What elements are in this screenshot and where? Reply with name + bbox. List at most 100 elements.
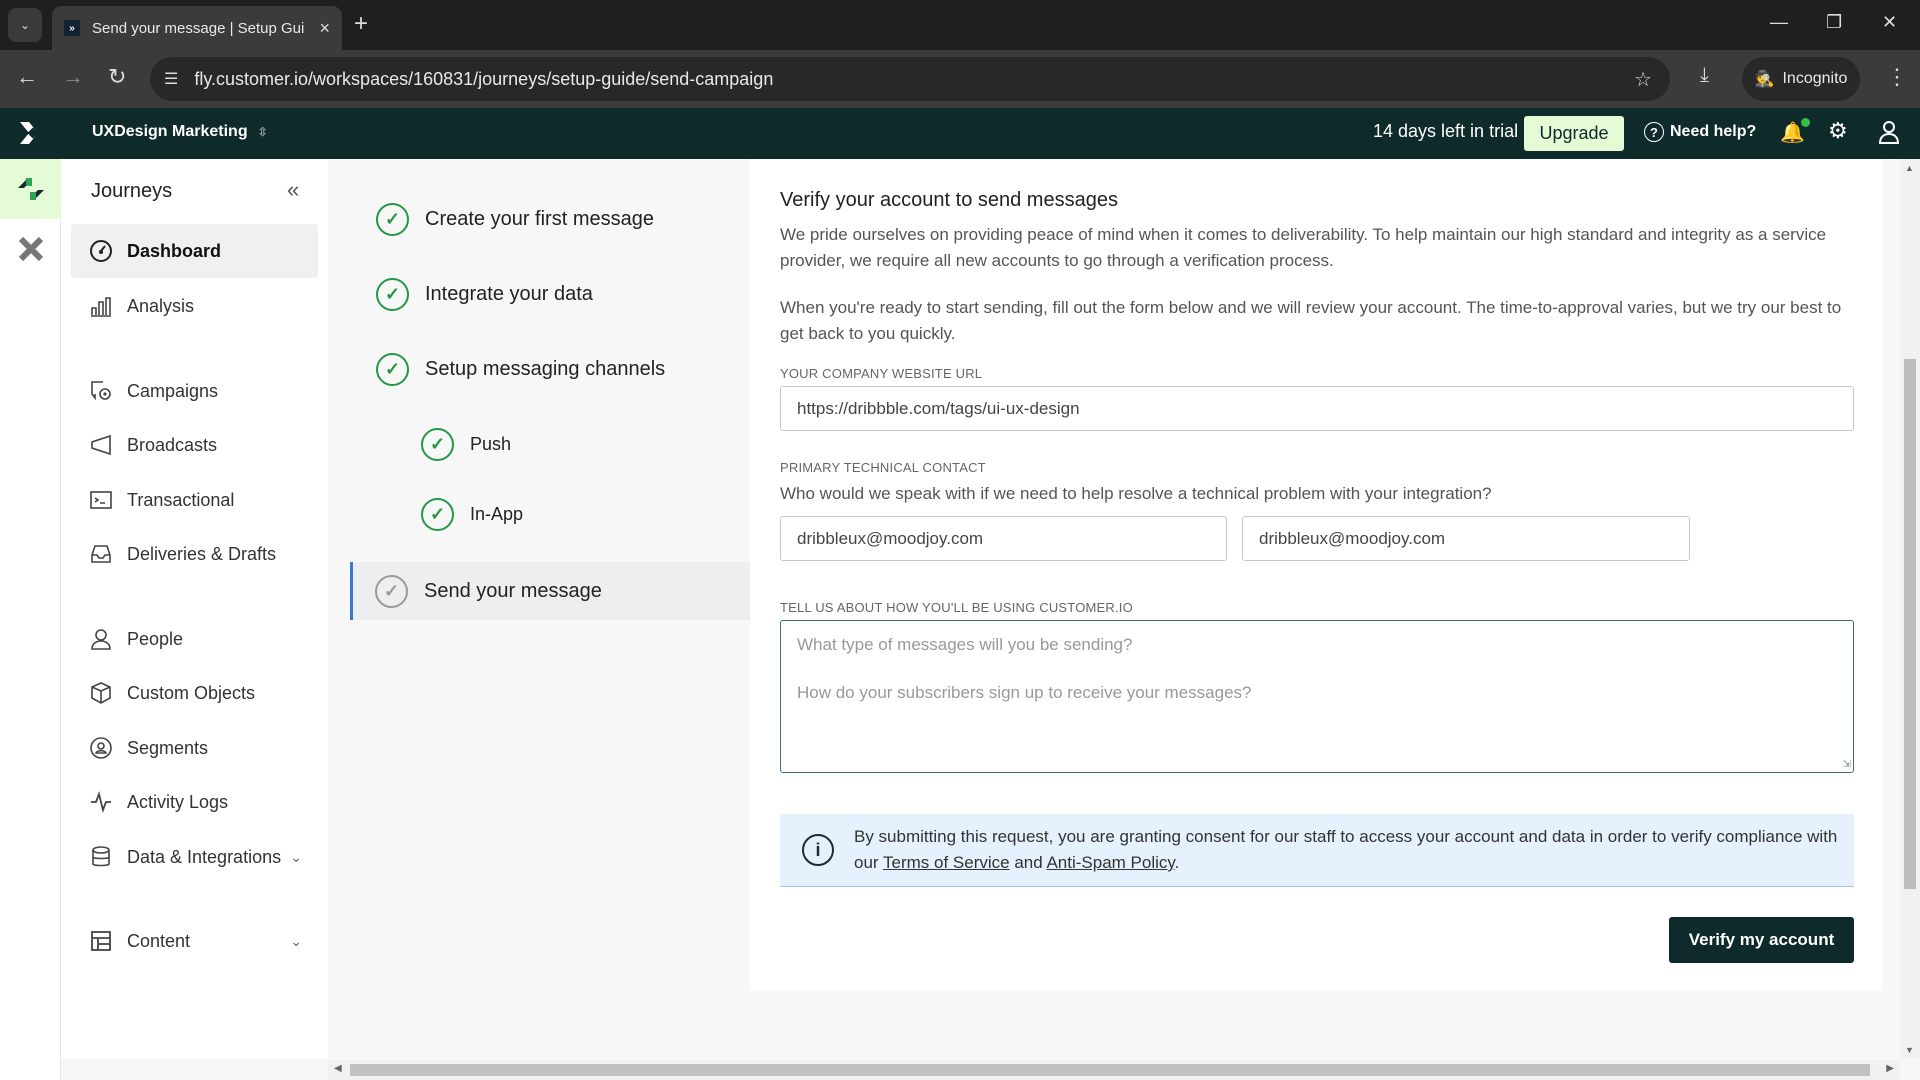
collapse-sidebar-icon[interactable]: «	[287, 177, 299, 203]
usage-placeholder-2: How do your subscribers sign up to recei…	[797, 683, 1252, 702]
terms-of-service-link[interactable]: Terms of Service	[883, 853, 1010, 872]
incognito-label: Incognito	[1782, 70, 1848, 87]
intro-paragraph-1: We pride ourselves on providing peace of…	[780, 225, 1827, 270]
sidebar-item-label: Segments	[127, 737, 209, 758]
sidebar-title: Journeys	[91, 180, 173, 202]
sidebar-item-label: Analysis	[127, 295, 195, 316]
window-close-icon[interactable]: ✕	[1882, 12, 1897, 33]
incognito-badge[interactable]: 🕵 Incognito	[1742, 57, 1860, 101]
restore-icon[interactable]: ❐	[1826, 12, 1842, 33]
intro-paragraph-2: When you're ready to start sending, fill…	[780, 298, 1842, 343]
sidebar-item-dashboard[interactable]: Dashboard	[71, 224, 318, 278]
question-icon: ?	[1644, 122, 1664, 142]
sidebar-item-transactional[interactable]: Transactional	[71, 473, 318, 527]
pipelines-app-icon	[18, 236, 43, 262]
check-circle-icon: ✓	[376, 278, 409, 311]
need-help-label: Need help?	[1670, 123, 1757, 140]
sidebar-item-segments[interactable]: Segments	[71, 721, 318, 775]
verify-my-account-button[interactable]: Verify my account	[1669, 917, 1854, 963]
workspace-name: UXDesign Marketing	[92, 123, 248, 140]
horizontal-scrollbar[interactable]: ◀ ▶	[328, 1060, 1900, 1080]
campaigns-icon	[91, 381, 111, 401]
browser-tab-active[interactable]: » Send your message | Setup Gui ×	[52, 6, 342, 50]
consent-text: By submitting this request, you are gran…	[854, 824, 1854, 876]
browser-menu-icon[interactable]: ⋮	[1886, 64, 1908, 90]
contact-name-input[interactable]: dribbleux@moodjoy.com	[780, 516, 1227, 561]
scroll-up-arrow-icon[interactable]: ▲	[1905, 163, 1914, 173]
horizontal-scroll-thumb[interactable]	[350, 1064, 1870, 1076]
step-create-first-message[interactable]: ✓ Create your first message	[376, 203, 654, 236]
close-tab-icon[interactable]: ×	[319, 18, 330, 39]
website-url-input[interactable]: https://dribbble.com/tags/ui-ux-design	[780, 386, 1854, 431]
app-header: UXDesign Marketing ⇳ 14 days left in tria…	[0, 108, 1920, 159]
settings-gear-icon[interactable]: ⚙	[1828, 118, 1848, 144]
sidebar-item-content[interactable]: Content ⌄	[71, 914, 318, 968]
journeys-app-icon	[17, 178, 44, 200]
website-url-label: YOUR COMPANY WEBSITE URL	[780, 366, 983, 381]
minimize-icon[interactable]: —	[1770, 12, 1788, 33]
layout-icon	[91, 931, 111, 951]
forward-icon[interactable]: →	[62, 64, 84, 90]
trial-status: 14 days left in trial	[1373, 121, 1519, 141]
scroll-right-arrow-icon[interactable]: ▶	[1886, 1063, 1894, 1074]
back-icon[interactable]: ←	[16, 64, 38, 90]
chevron-down-icon: ⌄	[290, 848, 302, 865]
vertical-scroll-thumb[interactable]	[1904, 359, 1916, 889]
address-bar[interactable]: ☰ fly.customer.io/workspaces/160831/jour…	[150, 57, 1670, 101]
reload-icon[interactable]: ↻	[108, 64, 126, 90]
bar-chart-icon	[91, 297, 111, 317]
usage-placeholder-1: What type of messages will you be sendin…	[797, 635, 1133, 654]
rail-journeys[interactable]	[0, 159, 61, 219]
scroll-left-arrow-icon[interactable]: ◀	[334, 1063, 342, 1074]
sidebar-item-custom-objects[interactable]: Custom Objects	[71, 666, 318, 720]
sidebar-item-deliveries-drafts[interactable]: Deliveries & Drafts	[71, 527, 318, 581]
vertical-scrollbar[interactable]: ▲ ▼	[1900, 159, 1920, 1059]
chevron-down-icon: ⌄	[290, 932, 302, 949]
bookmark-star-icon[interactable]: ☆	[1634, 67, 1652, 92]
tab-search-button[interactable]: ⌄	[8, 8, 42, 42]
technical-contact-question: Who would we speak with if we need to he…	[780, 484, 1492, 503]
step-setup-messaging-channels[interactable]: ✓ Setup messaging channels	[376, 353, 665, 386]
browser-toolbar: ← → ↻ ☰ fly.customer.io/workspaces/16083…	[0, 50, 1920, 108]
sidebar-item-campaigns[interactable]: Campaigns	[71, 364, 318, 418]
megaphone-icon	[91, 434, 111, 456]
incognito-icon: 🕵	[1754, 71, 1775, 88]
sidebar-item-data-integrations[interactable]: Data & Integrations ⌄	[71, 830, 318, 884]
sidebar-item-broadcasts[interactable]: Broadcasts	[71, 418, 318, 472]
step-integrate-data[interactable]: ✓ Integrate your data	[376, 278, 593, 311]
user-profile-icon[interactable]	[1878, 120, 1900, 144]
sidebar-item-analysis[interactable]: Analysis	[71, 279, 318, 333]
technical-contact-label: PRIMARY TECHNICAL CONTACT	[780, 460, 986, 475]
sidebar-item-people[interactable]: People	[71, 612, 318, 666]
segments-icon	[90, 737, 112, 759]
usage-textarea[interactable]: What type of messages will you be sendin…	[780, 620, 1854, 773]
dashboard-icon	[90, 240, 112, 262]
upgrade-button[interactable]: Upgrade	[1524, 116, 1624, 151]
step-in-app[interactable]: ✓ In-App	[421, 498, 523, 531]
usage-label: TELL US ABOUT HOW YOU'LL BE USING CUSTOM…	[780, 600, 1133, 615]
setup-steps-panel: ✓ Create your first message ✓ Integrate …	[328, 159, 750, 1059]
consent-text-end: .	[1174, 853, 1180, 872]
scroll-down-arrow-icon[interactable]: ▼	[1905, 1045, 1914, 1055]
contact-email-input[interactable]: dribbleux@moodjoy.com	[1242, 516, 1690, 561]
step-push[interactable]: ✓ Push	[421, 428, 511, 461]
need-help-button[interactable]: ? Need help?	[1644, 122, 1756, 142]
rail-data-pipelines[interactable]	[0, 229, 61, 269]
customerio-logo-icon[interactable]	[16, 118, 46, 148]
download-icon[interactable]: ⤓	[1700, 64, 1709, 87]
anti-spam-policy-link[interactable]: Anti-Spam Policy	[1046, 853, 1174, 872]
step-label: Create your first message	[425, 208, 654, 230]
step-send-your-message[interactable]: ✓ Send your message	[350, 562, 750, 620]
favicon-icon: »	[64, 20, 80, 36]
check-circle-icon: ✓	[421, 428, 454, 461]
notifications-bell-icon[interactable]: 🔔	[1780, 118, 1810, 145]
site-info-icon[interactable]: ☰	[164, 69, 178, 89]
check-circle-icon: ✓	[376, 353, 409, 386]
resize-handle-icon[interactable]: ⇲	[1843, 759, 1851, 770]
step-label: Setup messaging channels	[425, 358, 666, 380]
new-tab-button[interactable]: +	[354, 10, 368, 38]
sidebar-item-activity-logs[interactable]: Activity Logs	[71, 775, 318, 829]
activity-icon	[91, 790, 111, 814]
workspace-switcher[interactable]: UXDesign Marketing ⇳	[92, 123, 268, 141]
browser-tab-strip: ⌄ » Send your message | Setup Gui × + — …	[0, 0, 1920, 50]
